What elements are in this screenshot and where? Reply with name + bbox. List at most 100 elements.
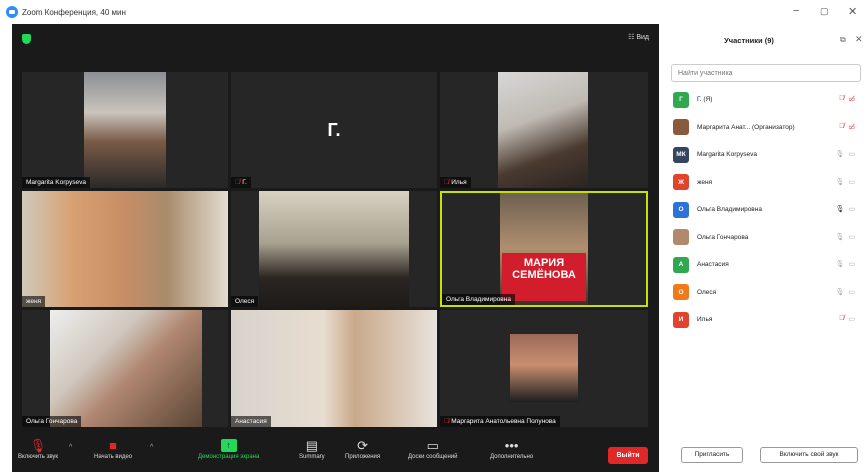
apps-icon: ⟳ (357, 438, 368, 453)
tile-name-label: Margarita Korpyseva (22, 177, 90, 188)
mic-icon[interactable]: 🎙 (835, 178, 844, 186)
participant-row[interactable]: МК Margarita Korpyseva 🎙 ▭ (673, 141, 863, 169)
avatar-letter: Г. (327, 119, 341, 140)
whiteboard-icon: ▭ (426, 438, 439, 453)
participant-row[interactable]: Г Г. (Я) 🎙̸ ▭̸ (673, 86, 863, 114)
video-options-chevron-icon[interactable]: ^ (150, 444, 153, 451)
mic-icon[interactable]: 🎙 (835, 288, 844, 296)
security-shield-icon[interactable] (22, 34, 31, 44)
participant-row[interactable]: Ольга Гончарова 🎙 ▭ (673, 224, 863, 252)
tile-name-label: Олеся (231, 296, 259, 307)
tile-name-label: 🎙̸ Маргарита Анатольевна Полунова (440, 416, 560, 427)
video-tile[interactable]: Г. 🎙̸ Г. (231, 72, 437, 188)
window-title: Zoom Конференция, 40 мин (22, 7, 126, 17)
avatar (673, 119, 689, 136)
video-tile[interactable]: 🎙̸ Маргарита Анатольевна Полунова (440, 310, 648, 427)
participant-video (498, 72, 588, 188)
leave-button[interactable]: Выйти (608, 447, 648, 464)
tile-name-label: Ольга Гончарова (22, 416, 82, 427)
apps-button[interactable]: ⟳ Приложения (345, 438, 380, 460)
participant-search-input[interactable] (671, 64, 861, 82)
video-tile-active-speaker[interactable]: МАРИЯ СЕМЁНОВА Ольга Владимировна (440, 191, 648, 307)
video-area: ☷ Вид Margarita Korpyseva Г. 🎙̸ Г. 🎙̸ Илья… (12, 24, 659, 472)
mic-muted-icon[interactable]: 🎙̸ (839, 123, 844, 131)
video-tile[interactable]: Анастасия (231, 310, 437, 427)
mic-active-icon[interactable]: 🎙 (835, 205, 844, 213)
video-tile[interactable]: 🎙̸ Илья (440, 72, 648, 188)
video-tile[interactable]: Margarita Korpyseva (22, 72, 228, 188)
participant-row[interactable]: А Анастасия 🎙 ▭ (673, 251, 863, 279)
zoom-logo-icon (6, 6, 18, 18)
audio-options-chevron-icon[interactable]: ^ (69, 444, 72, 451)
video-icon[interactable]: ▭ (848, 315, 855, 323)
participant-video (22, 191, 228, 307)
video-off-icon[interactable]: ▭̸ (848, 123, 855, 131)
mic-muted-icon: 🎙 (29, 438, 47, 453)
tile-name-label: 🎙̸ Илья (440, 177, 471, 188)
participant-row[interactable]: И Илья 🎙̸ ▭ (673, 306, 863, 334)
participants-panel: Участники (9) ⧉ ✕ Г Г. (Я) 🎙̸▭̸ Маргарит… (659, 24, 867, 472)
mic-muted-icon[interactable]: 🎙̸ (839, 315, 844, 323)
whiteboards-button[interactable]: ▭ Доски сообщений (408, 438, 458, 460)
avatar: И (673, 311, 689, 328)
share-screen-icon: ↑ (220, 439, 237, 452)
video-icon[interactable]: ▭ (848, 178, 855, 186)
avatar: МК (673, 146, 689, 163)
unmute-button[interactable]: 🎙 Включить звук (18, 438, 58, 460)
gallery-grid: Margarita Korpyseva Г. 🎙̸ Г. 🎙̸ Илья женя … (22, 72, 648, 427)
avatar: А (673, 256, 689, 273)
invite-button[interactable]: Пригласить (681, 447, 743, 463)
meeting-toolbar: 🎙 Включить звук ^ ■ Начать видео ^ ↑ Дем… (12, 436, 659, 472)
video-icon[interactable]: ▭ (848, 205, 855, 213)
video-icon[interactable]: ▭ (848, 150, 855, 158)
mic-muted-icon: 🎙̸ (235, 179, 241, 186)
participant-list: Г Г. (Я) 🎙̸ ▭̸ Маргарита Анат... (Организ… (673, 86, 863, 334)
tile-name-label: 🎙̸ Г. (231, 177, 251, 188)
summary-icon: ▤ (305, 438, 318, 453)
mic-icon[interactable]: 🎙 (835, 233, 844, 241)
participant-video (84, 72, 166, 188)
video-icon[interactable]: ▭ (848, 288, 855, 296)
video-off-icon[interactable]: ▭̸ (848, 95, 855, 103)
participant-row[interactable]: О Олеся 🎙 ▭ (673, 279, 863, 307)
minimize-icon[interactable]: − (793, 5, 799, 17)
video-off-icon: ■ (109, 438, 117, 453)
participant-video (50, 310, 202, 427)
panel-title: Участники (9) (724, 36, 774, 45)
video-tile[interactable]: Олеся (231, 191, 437, 307)
participant-row[interactable]: О Ольга Владимировна 🎙 ▭ (673, 196, 863, 224)
summary-button[interactable]: ▤ Summary (299, 438, 325, 460)
participant-video (259, 191, 409, 307)
mic-icon[interactable]: 🎙 (835, 260, 844, 268)
mic-muted-icon: 🎙̸ (444, 418, 450, 425)
mic-muted-icon[interactable]: 🎙̸ (839, 95, 844, 103)
participant-row[interactable]: Маргарита Анат... (Организатор) 🎙̸ ▭̸ (673, 114, 863, 142)
close-window-icon[interactable]: ✕ (848, 5, 857, 18)
video-icon[interactable]: ▭ (848, 260, 855, 268)
participant-video (231, 310, 437, 427)
more-button[interactable]: ••• Дополнительно (490, 438, 533, 460)
video-tile[interactable]: женя (22, 191, 228, 307)
mic-icon[interactable]: 🎙 (835, 150, 844, 158)
more-dots-icon: ••• (504, 438, 519, 453)
view-button[interactable]: ☷ Вид (628, 33, 649, 41)
avatar: Ж (673, 174, 689, 191)
participant-photo (510, 334, 578, 402)
popout-icon[interactable]: ⧉ (840, 35, 846, 45)
video-icon[interactable]: ▭ (848, 233, 855, 241)
unmute-self-button[interactable]: Включить свой звук (760, 447, 858, 463)
avatar: О (673, 201, 689, 218)
participant-row[interactable]: Ж женя 🎙 ▭ (673, 169, 863, 197)
maximize-icon[interactable]: ▢ (820, 6, 829, 17)
tile-name-label: женя (22, 296, 46, 307)
video-tile[interactable]: Ольга Гончарова (22, 310, 228, 427)
close-panel-icon[interactable]: ✕ (855, 34, 863, 45)
title-bar: Zoom Конференция, 40 мин − ▢ ✕ (0, 0, 867, 24)
tile-name-label: Ольга Владимировна (442, 294, 515, 305)
start-video-button[interactable]: ■ Начать видео (94, 438, 132, 460)
tile-name-label: Анастасия (231, 416, 271, 427)
avatar: Г (673, 91, 689, 108)
mic-muted-icon: 🎙̸ (444, 179, 450, 186)
avatar (673, 229, 689, 246)
share-screen-button[interactable]: ↑ Демонстрация экрана (198, 438, 259, 460)
